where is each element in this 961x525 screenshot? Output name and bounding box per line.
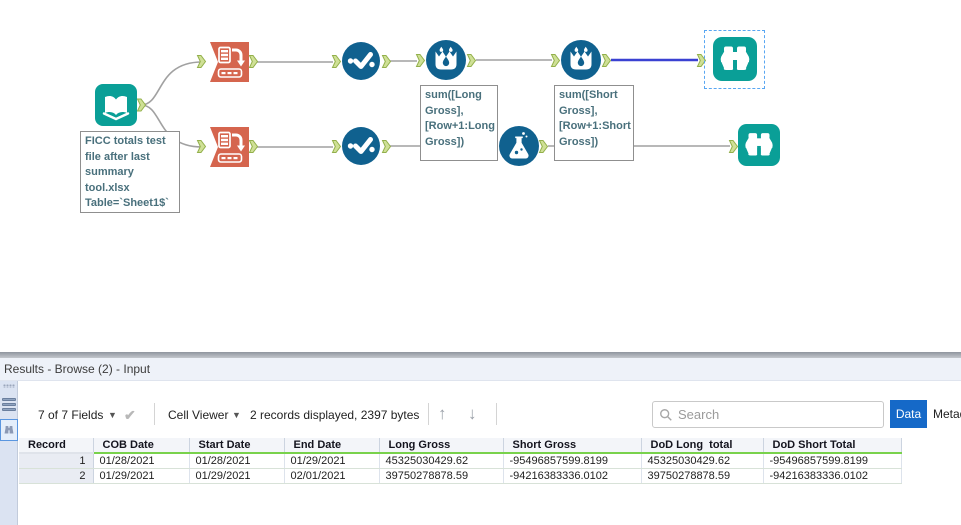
browse-tool-2[interactable]	[738, 124, 780, 166]
connection-input-to-transform1[interactable]	[140, 61, 203, 106]
transform-tool-2[interactable]	[207, 127, 249, 167]
output-anchor[interactable]	[137, 98, 146, 112]
bucket-droplet-icon	[426, 40, 466, 80]
record-number-cell: 1	[19, 453, 94, 469]
multi-row-formula-tool-2[interactable]	[561, 40, 601, 80]
browse-tool-1[interactable]	[713, 37, 757, 81]
workflow-canvas[interactable]: FICC totals test file after last summary…	[0, 0, 961, 352]
toolbar-divider	[428, 403, 429, 425]
binoculars-icon	[713, 37, 757, 81]
binoculars-icon	[4, 426, 14, 434]
multi-row-formula-tool-1[interactable]	[426, 40, 466, 80]
records-count-label: 2 records displayed, 2397 bytes	[250, 408, 420, 422]
scroll-up-button[interactable]: ↑	[438, 402, 447, 426]
results-panel-title: Results - Browse (2) - Input	[0, 358, 961, 381]
table-cell[interactable]: 01/28/2021	[189, 453, 285, 469]
select-tool-2[interactable]	[342, 127, 380, 165]
output-anchor[interactable]	[382, 55, 391, 68]
column-header[interactable]: Long Gross	[379, 438, 504, 454]
results-table[interactable]: Record COB Date Start Date End Date Long…	[19, 438, 902, 484]
search-input[interactable]	[678, 407, 868, 422]
check-dots-icon	[342, 42, 380, 80]
toolbar-divider	[154, 403, 155, 425]
table-cell[interactable]: 01/29/2021	[284, 453, 380, 469]
select-tool-1[interactable]	[342, 42, 380, 80]
formula-tool[interactable]	[499, 126, 539, 166]
flask-icon	[499, 126, 539, 166]
column-header[interactable]: Record	[19, 438, 94, 454]
table-cell[interactable]: 02/01/2021	[284, 468, 380, 484]
results-grid-view-button[interactable]	[1, 398, 16, 411]
transform-tool-1[interactable]	[207, 42, 249, 82]
scroll-down-button[interactable]: ↓	[468, 402, 477, 426]
column-header[interactable]: DoD Short Total	[763, 438, 902, 454]
table-arrow-icon	[210, 127, 249, 167]
table-cell[interactable]: 01/28/2021	[93, 453, 190, 469]
input-anchor[interactable]	[416, 54, 425, 67]
output-anchor[interactable]	[467, 54, 476, 67]
formula2-annotation[interactable]: sum([Short Gross], [Row+1:Short Gross])	[554, 85, 634, 161]
table-cell[interactable]: -94216383336.0102	[503, 468, 642, 484]
output-anchor[interactable]	[249, 55, 258, 68]
record-number-cell: 2	[19, 468, 94, 484]
tab-data[interactable]: Data	[890, 400, 927, 428]
results-body: 7 of 7 Fields ▼ ✔ Cell Viewer ▼ 2 record…	[0, 381, 961, 525]
input-anchor[interactable]	[551, 54, 560, 67]
book-icon	[95, 84, 137, 126]
column-header[interactable]: COB Date	[93, 438, 190, 454]
input-anchor[interactable]	[332, 55, 341, 68]
check-dots-icon	[342, 127, 380, 165]
search-box[interactable]	[652, 401, 884, 428]
column-header[interactable]: Start Date	[189, 438, 285, 454]
table-cell[interactable]: 39750278878.59	[379, 468, 504, 484]
chevron-down-icon[interactable]: ▼	[232, 403, 241, 427]
search-icon	[660, 408, 672, 421]
input-anchor[interactable]	[332, 140, 341, 153]
output-anchor[interactable]	[249, 140, 258, 153]
table-cell[interactable]: 39750278878.59	[641, 468, 764, 484]
input-tool-annotation[interactable]: FICC totals test file after last summary…	[80, 131, 180, 213]
sidebar-grip-icon[interactable]	[2, 384, 15, 388]
output-anchor[interactable]	[382, 140, 391, 153]
table-header-row: Record COB Date Start Date End Date Long…	[19, 438, 902, 454]
bucket-droplet-icon	[561, 40, 601, 80]
table-arrow-icon	[210, 42, 249, 82]
results-sidebar	[0, 381, 18, 525]
table-cell[interactable]: 01/29/2021	[93, 468, 190, 484]
table-cell[interactable]: 45325030429.62	[641, 453, 764, 469]
column-header[interactable]: Short Gross	[503, 438, 642, 454]
input-anchor[interactable]	[729, 140, 738, 153]
column-header[interactable]: End Date	[284, 438, 380, 454]
table-cell[interactable]: -94216383336.0102	[763, 468, 902, 484]
apply-check-icon[interactable]: ✔	[124, 403, 136, 427]
formula1-annotation[interactable]: sum([Long Gross], [Row+1:Long Gross])	[420, 85, 498, 161]
table-row[interactable]: 1 01/28/2021 01/28/2021 01/29/2021 45325…	[19, 453, 902, 469]
output-anchor[interactable]	[539, 140, 548, 153]
table-cell[interactable]: 45325030429.62	[379, 453, 504, 469]
input-data-tool[interactable]	[95, 84, 137, 126]
cell-viewer-dropdown[interactable]: Cell Viewer	[168, 403, 228, 427]
column-header[interactable]: DoD Long total	[641, 438, 764, 454]
chevron-down-icon[interactable]: ▼	[108, 403, 117, 427]
output-anchor[interactable]	[602, 54, 611, 67]
table-cell[interactable]: -95496857599.8199	[763, 453, 902, 469]
tab-metadata[interactable]: Metadata	[933, 400, 961, 428]
results-browse-view-button[interactable]	[0, 419, 18, 441]
table-row[interactable]: 2 01/29/2021 01/29/2021 02/01/2021 39750…	[19, 468, 902, 484]
toolbar-divider	[496, 403, 497, 425]
fields-dropdown[interactable]: 7 of 7 Fields	[38, 403, 103, 427]
table-cell[interactable]: -95496857599.8199	[503, 453, 642, 469]
binoculars-icon	[738, 124, 780, 166]
table-cell[interactable]: 01/29/2021	[189, 468, 285, 484]
